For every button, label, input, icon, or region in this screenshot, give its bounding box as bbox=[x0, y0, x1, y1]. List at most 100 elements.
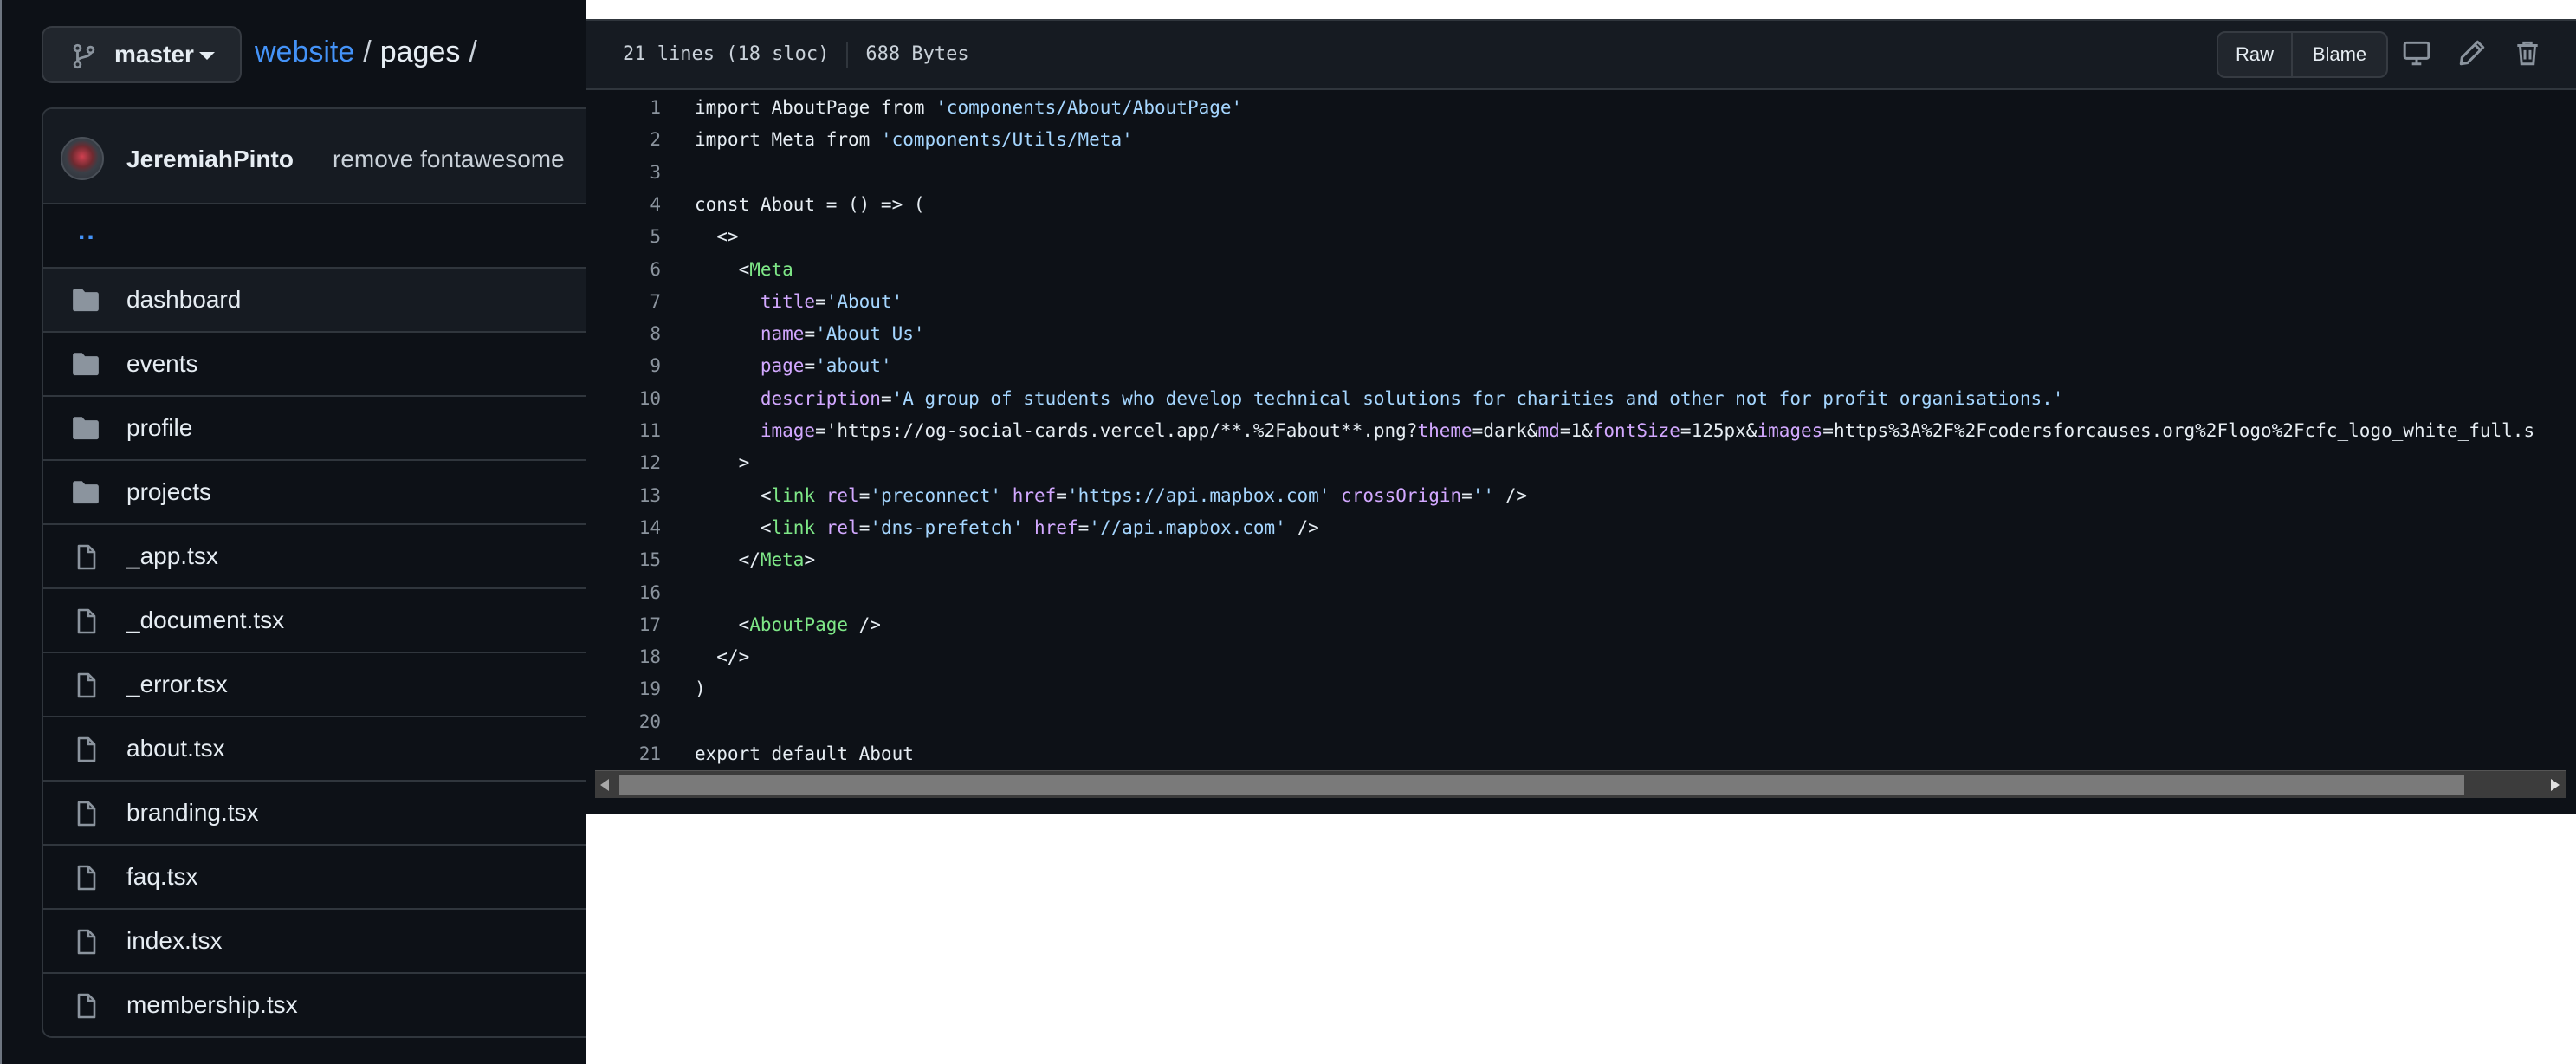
line-number[interactable]: 11 bbox=[586, 420, 661, 441]
folder-row[interactable]: profile bbox=[43, 397, 586, 461]
line-number[interactable]: 5 bbox=[586, 226, 661, 247]
file-icon bbox=[71, 543, 100, 570]
code-text: > bbox=[695, 452, 750, 474]
file-name-link[interactable]: events bbox=[126, 350, 198, 378]
file-name-link[interactable]: branding.tsx bbox=[126, 799, 259, 827]
code-text: <link rel='preconnect' href='https://api… bbox=[695, 484, 1528, 506]
desktop-icon[interactable] bbox=[2402, 38, 2431, 68]
folder-icon bbox=[71, 415, 100, 441]
line-number[interactable]: 2 bbox=[586, 129, 661, 150]
line-number[interactable]: 13 bbox=[586, 485, 661, 506]
line-number[interactable]: 17 bbox=[586, 614, 661, 635]
code-line: 21 export default About bbox=[586, 738, 2570, 770]
avatar[interactable] bbox=[61, 137, 104, 180]
file-list-box: JeremiahPinto remove fontawesome .. dash… bbox=[42, 107, 586, 1038]
breadcrumb-repo-link[interactable]: website bbox=[255, 36, 354, 68]
code-line: 17 <AboutPage /> bbox=[586, 609, 2570, 641]
file-row[interactable]: index.tsx bbox=[43, 910, 586, 974]
code-text: page='about' bbox=[760, 355, 892, 377]
latest-commit-row: JeremiahPinto remove fontawesome bbox=[43, 109, 586, 204]
file-name-link[interactable]: faq.tsx bbox=[126, 863, 197, 891]
file-name-link[interactable]: dashboard bbox=[126, 286, 241, 314]
code-line: 4 const About = () => ( bbox=[586, 189, 2570, 221]
code-text: </> bbox=[695, 646, 750, 668]
scrollbar-thumb[interactable] bbox=[619, 775, 2464, 795]
breadcrumb-trailing-separator: / bbox=[469, 36, 477, 68]
parent-directory-row[interactable]: .. bbox=[43, 204, 586, 269]
code-text: <Meta bbox=[695, 258, 793, 280]
code-text: ) bbox=[695, 678, 706, 700]
line-number[interactable]: 3 bbox=[586, 162, 661, 183]
code-text: <AboutPage /> bbox=[695, 613, 881, 635]
branch-name: master bbox=[114, 41, 194, 68]
line-number[interactable]: 21 bbox=[586, 743, 661, 764]
horizontal-scrollbar[interactable] bbox=[595, 770, 2566, 798]
file-name-link[interactable]: _app.tsx bbox=[126, 542, 218, 570]
file-name-link[interactable]: profile bbox=[126, 414, 192, 442]
code-line: 13 <link rel='preconnect' href='https://… bbox=[586, 480, 2570, 512]
breadcrumb-current-dir: pages bbox=[379, 36, 461, 68]
file-row[interactable]: _error.tsx bbox=[43, 653, 586, 717]
breadcrumb: website / pages / bbox=[255, 36, 486, 69]
file-name-link[interactable]: projects bbox=[126, 478, 211, 506]
file-name-link[interactable]: _error.tsx bbox=[126, 671, 228, 698]
commit-message[interactable]: remove fontawesome bbox=[333, 146, 565, 173]
code-line: 5 <> bbox=[586, 221, 2570, 253]
file-header: 21 lines (18 sloc) 688 Bytes Raw Blame bbox=[586, 21, 2576, 90]
line-number[interactable]: 16 bbox=[586, 582, 661, 603]
file-icon bbox=[71, 800, 100, 827]
scroll-right-arrow-icon[interactable] bbox=[2551, 779, 2560, 791]
commit-author[interactable]: JeremiahPinto bbox=[126, 146, 294, 173]
file-row[interactable]: branding.tsx bbox=[43, 782, 586, 846]
blame-button[interactable]: Blame bbox=[2293, 33, 2386, 76]
trash-icon[interactable] bbox=[2513, 38, 2542, 68]
line-number[interactable]: 7 bbox=[586, 291, 661, 312]
file-row[interactable]: faq.tsx bbox=[43, 846, 586, 910]
code-lines: 1 import AboutPage from 'components/About… bbox=[586, 92, 2570, 792]
code-line: 15 </Meta> bbox=[586, 544, 2570, 576]
file-list: dashboard events profile projects _app.tsx _d… bbox=[43, 269, 586, 1036]
code-line: 14 <link rel='dns-prefetch' href='//api.… bbox=[586, 512, 2570, 544]
line-number[interactable]: 15 bbox=[586, 549, 661, 570]
file-name-link[interactable]: _document.tsx bbox=[126, 607, 284, 634]
folder-row[interactable]: events bbox=[43, 333, 586, 397]
file-row[interactable]: membership.tsx bbox=[43, 974, 586, 1036]
file-row[interactable]: about.tsx bbox=[43, 717, 586, 782]
file-icon bbox=[71, 992, 100, 1019]
file-row[interactable]: _app.tsx bbox=[43, 525, 586, 589]
file-row[interactable]: _document.tsx bbox=[43, 589, 586, 653]
code-line: 10 description='A group of students who … bbox=[586, 383, 2570, 415]
code-text: import Meta from 'components/Utils/Meta' bbox=[695, 129, 1133, 151]
meta-divider bbox=[846, 42, 849, 68]
repo-browser-panel: master website / pages / JeremiahPinto remo… bbox=[0, 0, 586, 1064]
parent-directory-link[interactable]: .. bbox=[78, 217, 96, 246]
folder-icon bbox=[71, 287, 100, 313]
code-line: 12 > bbox=[586, 447, 2570, 479]
line-number[interactable]: 12 bbox=[586, 452, 661, 473]
file-name-link[interactable]: about.tsx bbox=[126, 735, 225, 762]
file-name-link[interactable]: membership.tsx bbox=[126, 991, 298, 1019]
code-line: 11 image='https://og-social-cards.vercel… bbox=[586, 415, 2570, 447]
line-number[interactable]: 20 bbox=[586, 711, 661, 732]
line-number[interactable]: 18 bbox=[586, 646, 661, 667]
folder-row[interactable]: dashboard bbox=[43, 269, 586, 333]
folder-row[interactable]: projects bbox=[43, 461, 586, 525]
line-number[interactable]: 10 bbox=[586, 388, 661, 409]
scroll-left-arrow-icon[interactable] bbox=[600, 779, 609, 791]
code-text: <link rel='dns-prefetch' href='//api.map… bbox=[695, 516, 1319, 538]
line-number[interactable]: 4 bbox=[586, 194, 661, 215]
line-number[interactable]: 14 bbox=[586, 517, 661, 538]
line-number[interactable]: 1 bbox=[586, 97, 661, 118]
code-viewer: 21 lines (18 sloc) 688 Bytes Raw Blame 1 i… bbox=[586, 19, 2576, 814]
line-number[interactable]: 6 bbox=[586, 259, 661, 280]
file-name-link[interactable]: index.tsx bbox=[126, 927, 223, 955]
pencil-icon[interactable] bbox=[2457, 38, 2487, 68]
code-text: export default About bbox=[695, 743, 914, 764]
file-icon bbox=[71, 736, 100, 762]
raw-button[interactable]: Raw bbox=[2218, 33, 2293, 76]
code-line: 16 bbox=[586, 577, 2570, 609]
branch-select-button[interactable]: master bbox=[42, 26, 242, 83]
line-number[interactable]: 9 bbox=[586, 355, 661, 376]
line-number[interactable]: 19 bbox=[586, 678, 661, 699]
line-number[interactable]: 8 bbox=[586, 323, 661, 344]
